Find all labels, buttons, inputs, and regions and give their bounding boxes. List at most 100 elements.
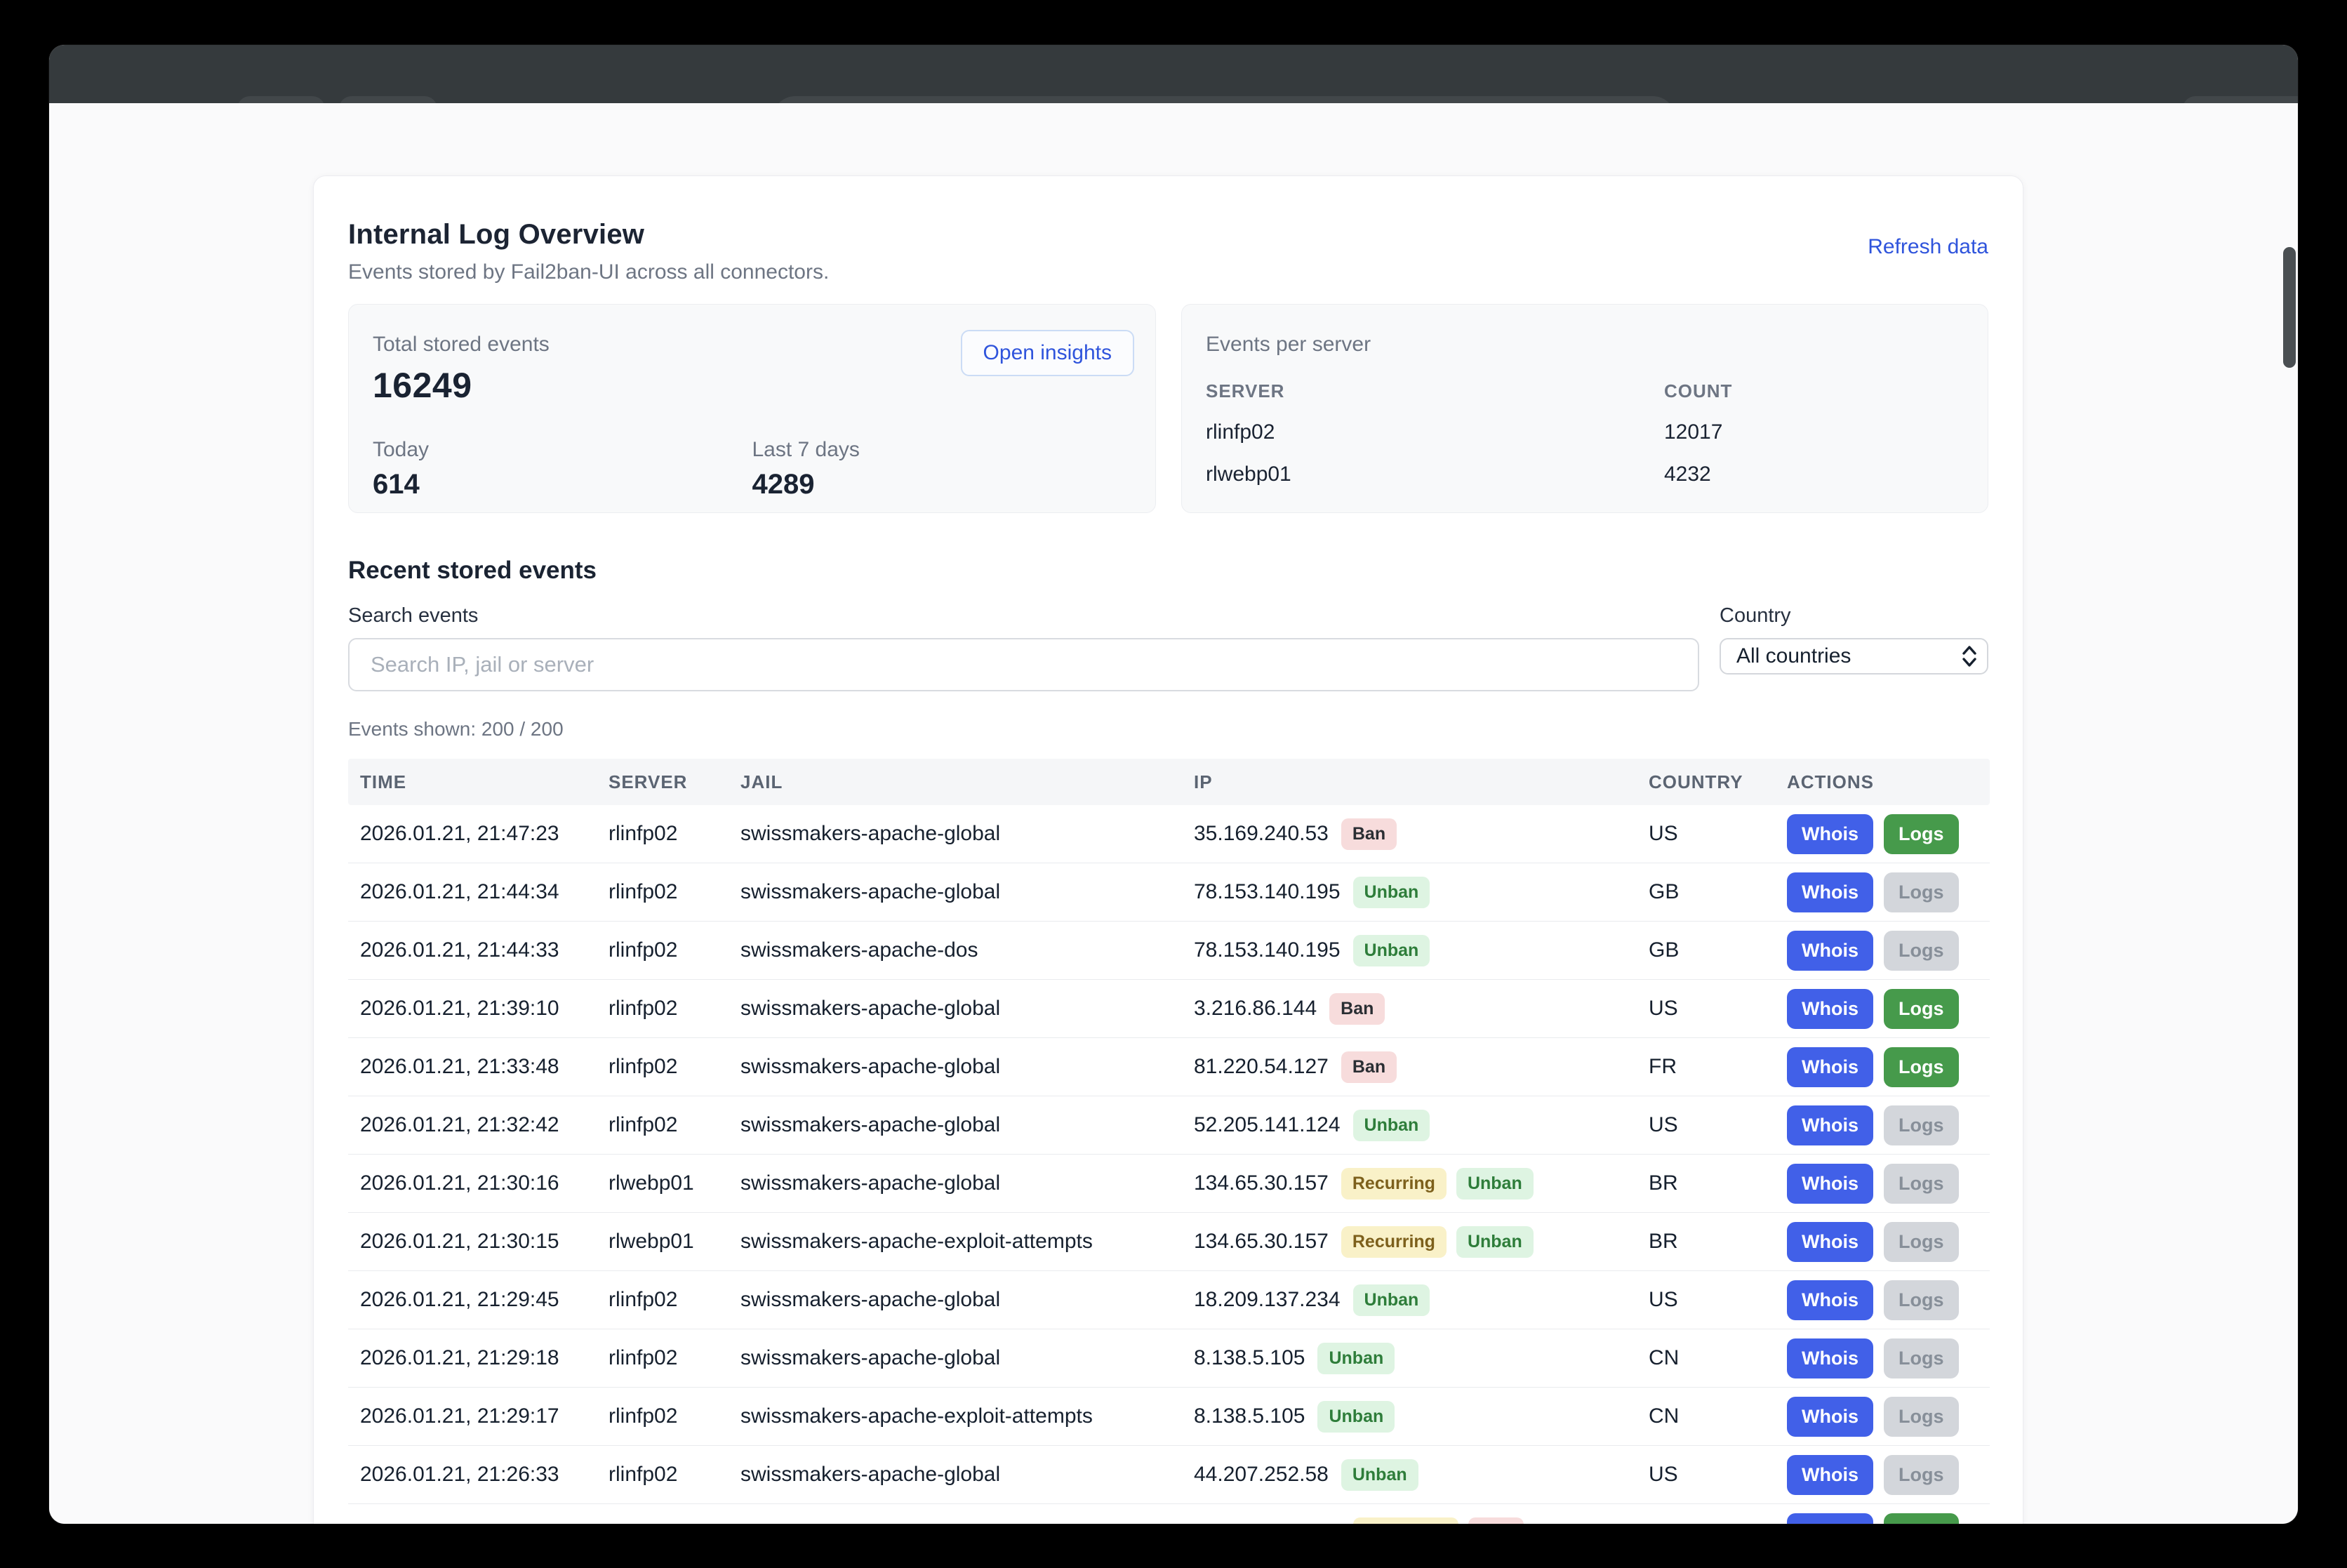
country-select[interactable]: All countries — [1720, 638, 1988, 675]
event-row: 2026.01.21, 21:39:10 rlinfp02 swissmaker… — [348, 980, 1990, 1038]
country-select-value: All countries — [1736, 644, 1851, 668]
ban-badge: Ban — [1341, 818, 1397, 850]
event-country: GB — [1649, 938, 1787, 962]
logs-button[interactable]: Logs — [1884, 1455, 1959, 1495]
screen: fail2ban.swissmakers.corp A 文 — [0, 0, 2347, 1568]
logs-button[interactable]: Logs — [1884, 1397, 1959, 1437]
event-jail: swissmakers-apache-global — [740, 822, 1194, 846]
event-ip: 8.138.5.105 — [1194, 1404, 1305, 1428]
event-jail: swissmakers-apache-global — [740, 1463, 1194, 1487]
ban-badge: Ban — [1468, 1517, 1524, 1524]
event-jail: swissmakers-apache-global — [740, 997, 1194, 1021]
logs-button[interactable]: Logs — [1884, 1105, 1959, 1145]
event-row: 2026.01.21, 21:32:42 rlinfp02 swissmaker… — [348, 1096, 1990, 1155]
event-server: rlwebp01 — [609, 1521, 740, 1524]
recent-events-heading: Recent stored events — [348, 557, 1988, 585]
events-per-server-card: Events per server SERVER COUNT rlinfp02 … — [1181, 304, 1988, 513]
whois-button[interactable]: Whois — [1787, 1455, 1873, 1495]
whois-button[interactable]: Whois — [1787, 1222, 1873, 1262]
whois-button[interactable]: Whois — [1787, 1047, 1873, 1087]
event-jail: swissmakers-apache-exploit-attempts — [740, 1230, 1194, 1254]
event-server: rlinfp02 — [609, 1288, 740, 1312]
event-row: 2026.01.21, 21:30:15 rlwebp01 swissmaker… — [348, 1213, 1990, 1271]
col-header-country: COUNTRY — [1649, 771, 1787, 793]
event-server: rlinfp02 — [609, 1055, 740, 1079]
whois-button[interactable]: Whois — [1787, 1164, 1873, 1204]
whois-button[interactable]: Whois — [1787, 1280, 1873, 1320]
unban-badge: Unban — [1456, 1226, 1534, 1258]
event-time: 2026.01.21, 21:29:18 — [348, 1346, 609, 1370]
unban-badge: Unban — [1456, 1168, 1534, 1200]
event-country: FR — [1649, 1055, 1787, 1079]
count-column-header: COUNT — [1664, 380, 1732, 402]
refresh-data-link[interactable]: Refresh data — [1868, 235, 1988, 259]
event-server: rlwebp01 — [609, 1171, 740, 1195]
scrollbar-thumb[interactable] — [2283, 247, 2296, 368]
main-card: Internal Log Overview Events stored by F… — [313, 175, 2023, 1524]
event-row: 2026.01.21, 21:47:23 rlinfp02 swissmaker… — [348, 805, 1990, 863]
event-time: 2026.01.21, 21:29:45 — [348, 1288, 609, 1312]
open-insights-button[interactable]: Open insights — [961, 330, 1134, 376]
logs-button[interactable]: Logs — [1884, 1164, 1959, 1204]
event-time: 2026.01.21, 21:30:16 — [348, 1171, 609, 1195]
events-shown-text: Events shown: 200 / 200 — [348, 718, 1988, 740]
logs-button[interactable]: Logs — [1884, 1280, 1959, 1320]
whois-button[interactable]: Whois — [1787, 814, 1873, 854]
event-row: 2026.01.21, 21:44:34 rlinfp02 swissmaker… — [348, 863, 1990, 922]
server-count: 12017 — [1664, 420, 1722, 444]
whois-button[interactable]: Whois — [1787, 989, 1873, 1029]
event-country: CN — [1649, 1346, 1787, 1370]
event-jail: swissmakers-apache-global — [740, 880, 1194, 904]
country-label: Country — [1720, 604, 1988, 627]
logs-button[interactable]: Logs — [1884, 1338, 1959, 1378]
event-ip: 44.207.252.58 — [1194, 1463, 1329, 1487]
page-subtitle: Events stored by Fail2ban-UI across all … — [348, 259, 829, 286]
whois-button[interactable]: Whois — [1787, 931, 1873, 971]
logs-button[interactable]: Logs — [1884, 1047, 1959, 1087]
logs-button[interactable]: Logs — [1884, 872, 1959, 912]
whois-button[interactable]: Whois — [1787, 1105, 1873, 1145]
unban-badge: Unban — [1353, 1284, 1430, 1316]
event-jail: swissmakers-apache-dos — [740, 938, 1194, 962]
event-server: rlinfp02 — [609, 997, 740, 1021]
whois-button[interactable]: Whois — [1787, 1338, 1873, 1378]
event-server: rlinfp02 — [609, 1113, 740, 1137]
events-table-header: TIME SERVER JAIL IP COUNTRY ACTIONS — [348, 759, 1990, 805]
event-time: 2026.01.21, 21:44:33 — [348, 938, 609, 962]
unban-badge: Unban — [1353, 1110, 1430, 1141]
logs-button[interactable]: Logs — [1884, 931, 1959, 971]
event-row: 2026.01.21, 21:29:18 rlinfp02 swissmaker… — [348, 1329, 1990, 1388]
events-table-body: 2026.01.21, 21:47:23 rlinfp02 swissmaker… — [348, 805, 1990, 1524]
last7-value: 4289 — [752, 469, 1132, 500]
logs-button[interactable]: Logs — [1884, 814, 1959, 854]
event-country: BR — [1649, 1171, 1787, 1195]
event-time: 2026.01.21, 21:30:15 — [348, 1230, 609, 1254]
events-per-server-label: Events per server — [1206, 333, 1964, 357]
event-country: US — [1649, 822, 1787, 846]
logs-button[interactable]: Logs — [1884, 1513, 1959, 1524]
event-server: rlinfp02 — [609, 880, 740, 904]
event-row: 2026.01.21, 21:29:17 rlinfp02 swissmaker… — [348, 1388, 1990, 1446]
event-country: DE — [1649, 1521, 1787, 1524]
event-server: rlinfp02 — [609, 1463, 740, 1487]
whois-button[interactable]: Whois — [1787, 872, 1873, 912]
today-label: Today — [373, 438, 752, 462]
event-jail: swissmakers-apache-global — [740, 1346, 1194, 1370]
event-row: 2026.01.21, 21:26:33 rlinfp02 swissmaker… — [348, 1446, 1990, 1504]
recurring-badge: Recurring — [1341, 1168, 1447, 1200]
event-country: US — [1649, 997, 1787, 1021]
event-jail: swissmakers-apache-global — [740, 1171, 1194, 1195]
logs-button[interactable]: Logs — [1884, 1222, 1959, 1262]
event-ip: 35.169.240.53 — [1194, 822, 1329, 846]
event-time: 2026.01.21, 21:39:10 — [348, 997, 609, 1021]
search-events-label: Search events — [348, 604, 1699, 627]
search-input[interactable] — [348, 638, 1699, 691]
col-header-actions: ACTIONS — [1787, 771, 1990, 793]
whois-button[interactable]: Whois — [1787, 1513, 1873, 1524]
event-ip: 3.216.86.144 — [1194, 997, 1317, 1021]
page-title: Internal Log Overview — [348, 218, 829, 251]
logs-button[interactable]: Logs — [1884, 989, 1959, 1029]
browser-titlebar: fail2ban.swissmakers.corp A 文 — [49, 45, 2298, 103]
col-header-ip: IP — [1194, 771, 1649, 793]
whois-button[interactable]: Whois — [1787, 1397, 1873, 1437]
